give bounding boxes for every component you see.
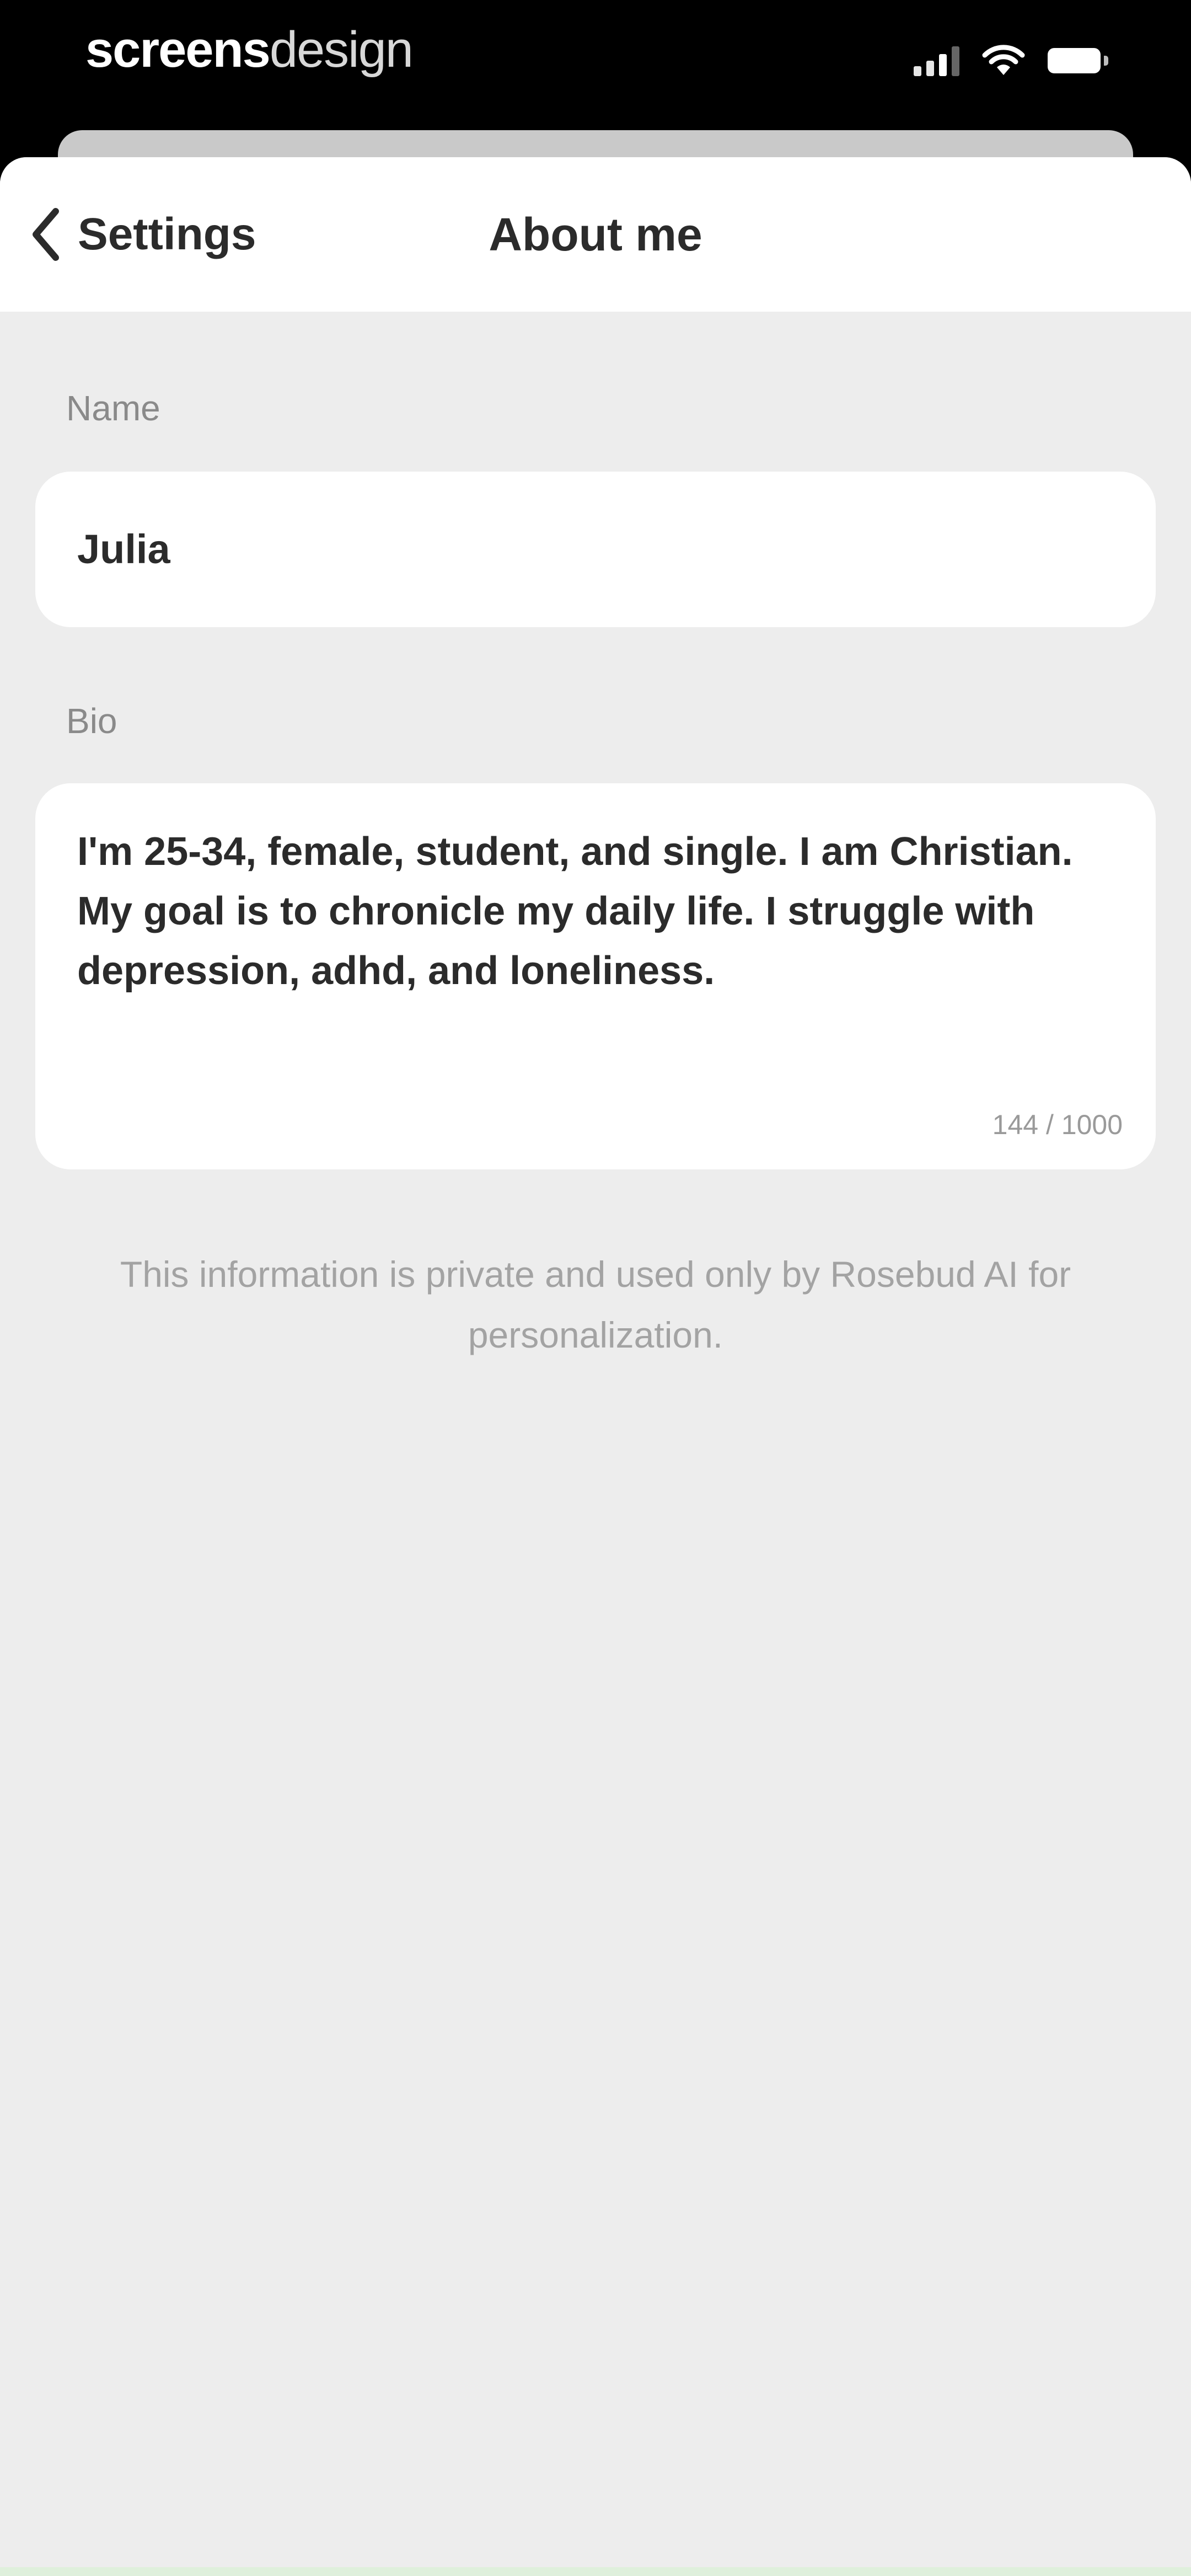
phone-screen: screensdesign Settings About me Name Jul…: [0, 0, 1191, 2576]
navigation-bar: Settings About me: [0, 157, 1191, 312]
privacy-note: This information is private and used onl…: [120, 1254, 1071, 1355]
signal-icon: [914, 45, 959, 76]
name-field-label: Name: [66, 388, 160, 428]
status-icons: [914, 44, 1108, 77]
wifi-icon: [982, 45, 1025, 75]
name-field-value[interactable]: Julia: [77, 526, 170, 573]
battery-icon: [1048, 48, 1108, 73]
status-bar: screensdesign: [0, 0, 1191, 132]
page-title: About me: [489, 209, 702, 260]
bio-field-value[interactable]: I'm 25-34, female, student, and single. …: [77, 822, 1092, 1001]
watermark-logo: screensdesign: [85, 21, 414, 79]
bottom-edge-strip: [0, 2567, 1191, 2576]
about-me-sheet: Settings About me Name Julia Bio I'm 25-…: [0, 157, 1191, 2576]
watermark-light-text: design: [269, 22, 414, 78]
bio-field[interactable]: I'm 25-34, female, student, and single. …: [35, 783, 1156, 1169]
bio-field-label: Bio: [66, 701, 117, 741]
watermark-bold-text: screens: [85, 22, 271, 78]
bio-character-counter: 144 / 1000: [992, 1109, 1123, 1140]
name-field[interactable]: Julia: [35, 472, 1156, 627]
